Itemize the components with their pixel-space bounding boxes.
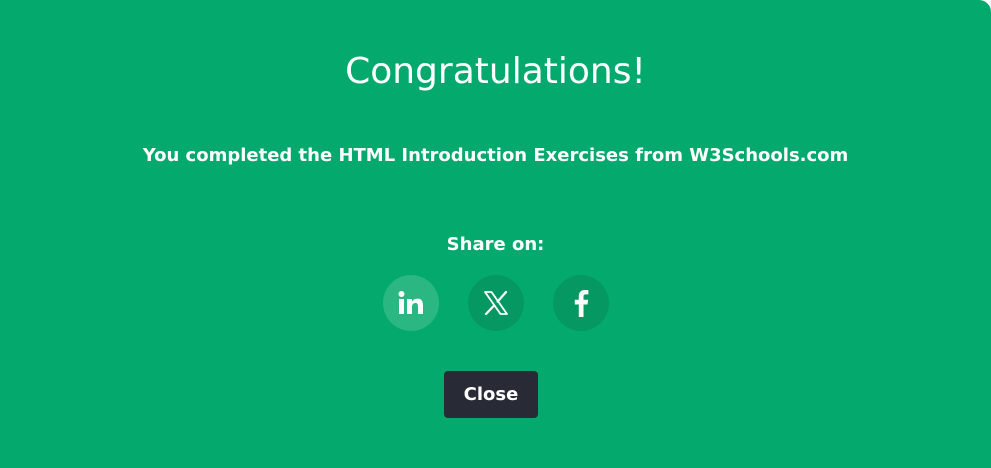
share-linkedin-button[interactable] bbox=[382, 275, 439, 331]
facebook-icon bbox=[574, 290, 588, 317]
congratulations-modal: Congratulations! You completed the HTML … bbox=[0, 0, 991, 468]
share-x-button[interactable] bbox=[467, 275, 524, 331]
linkedin-icon bbox=[398, 291, 423, 314]
share-buttons bbox=[0, 275, 991, 331]
share-label: Share on: bbox=[446, 234, 545, 255]
close-button[interactable]: Close bbox=[444, 371, 538, 418]
completion-message: You completed the HTML Introduction Exer… bbox=[142, 145, 849, 166]
x-icon bbox=[483, 291, 508, 315]
share-facebook-button[interactable] bbox=[552, 275, 609, 331]
modal-title: Congratulations! bbox=[345, 51, 646, 92]
